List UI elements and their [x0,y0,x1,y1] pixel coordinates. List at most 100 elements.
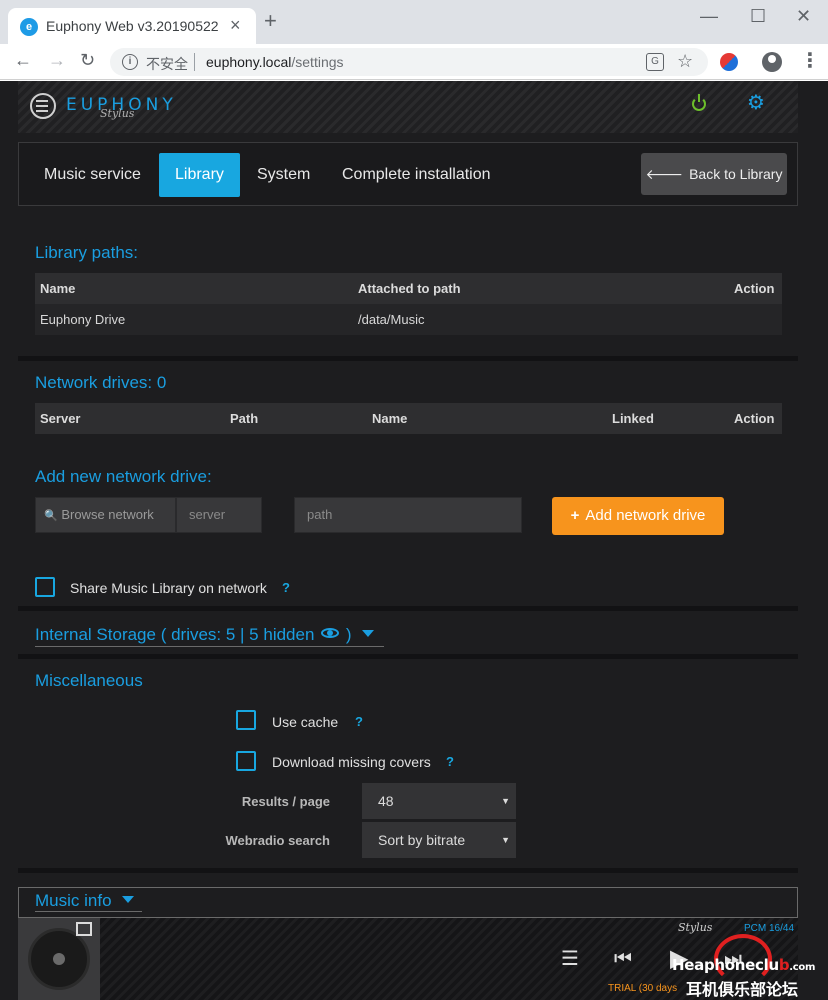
miscellaneous-title: Miscellaneous [35,671,143,690]
library-name-cell: Euphony Drive [40,312,126,327]
webradio-search-value: Sort by bitrate [378,832,466,848]
download-covers-label: Download missing covers [272,754,431,770]
browser-toolbar: ← → ↻ i 不安全 euphony.local/settings G ☆ ⋮ [0,44,828,80]
music-info-title: Music info [35,891,112,910]
queue-icon[interactable]: ☰ [561,948,579,970]
add-network-drive-label: Add network drive [585,507,706,524]
tab-title: Euphony Web v3.20190522 [46,18,219,34]
select-caret-icon: ▼ [501,796,510,806]
watermark-part4: .com [789,962,816,973]
add-network-drive-button[interactable]: + Add network drive [552,497,724,535]
eye-icon[interactable] [321,628,340,638]
server-input[interactable]: server [176,497,262,533]
plus-icon: + [570,507,580,524]
use-cache-label: Use cache [272,714,339,730]
tab-system[interactable]: System [241,153,326,197]
arrow-left-icon: 🡐 [645,166,684,182]
column-header-path: Path [230,411,259,426]
use-cache-checkbox[interactable] [236,710,256,730]
headphoneclub-watermark: Heaphoneclub.com 耳机俱乐部论坛 [672,932,828,1000]
euphony-app: EUPHONY Stylus ⚙ Music service Library S… [0,81,828,1000]
library-paths-table: Name Attached to path Action Euphony Dri… [35,273,782,335]
tab-complete-installation[interactable]: Complete installation [326,153,507,197]
table-header: Name Attached to path Action [35,273,782,304]
extension-icon[interactable] [720,53,738,71]
url-text[interactable]: euphony.local/settings [206,54,344,70]
tab-music-service[interactable]: Music service [28,153,157,197]
download-covers-checkbox[interactable] [236,751,256,771]
internal-storage-close: ) [341,625,352,644]
new-tab-icon[interactable]: + [264,10,277,32]
browser-tab[interactable]: e Euphony Web v3.20190522 × [8,8,256,44]
logo-subtitle: Stylus [100,107,135,120]
album-art[interactable] [18,918,100,1000]
profile-icon[interactable] [762,52,782,72]
results-per-page-value: 48 [378,793,394,809]
search-icon: 🔍 [44,510,58,522]
reload-icon[interactable]: ↻ [80,50,95,71]
watermark-brand: Heaphoneclub.com [672,956,815,974]
network-drives-title: Network drives: 0 [35,373,167,392]
url-path: /settings [291,54,344,70]
tab-close-icon[interactable]: × [230,15,241,36]
expand-icon[interactable] [76,922,92,936]
column-header-path: Attached to path [358,281,461,296]
vinyl-icon [28,928,90,990]
trial-label: TRIAL (30 days [608,983,678,994]
column-header-action: Action [734,411,775,426]
watermark-part2: phoneclu [703,956,779,974]
select-caret-icon: ▼ [501,835,510,845]
site-info-icon[interactable]: i [122,54,138,70]
window-close-icon[interactable]: ✕ [796,6,811,27]
caret-down-icon [121,896,134,903]
watermark-part1: Hea [672,956,704,974]
translate-icon[interactable]: G [646,53,664,71]
help-icon[interactable]: ? [355,714,363,729]
section-divider [18,356,798,361]
back-to-library-label: Back to Library [689,166,783,182]
url-host: euphony.local [206,54,292,70]
browser-titlebar: e Euphony Web v3.20190522 × + — ☐ ✕ [0,0,828,44]
browse-network-label: Browse network [61,507,154,522]
back-to-library-button[interactable]: 🡐 Back to Library [641,153,787,195]
internal-storage-title: Internal Storage ( drives: 5 | 5 hidden [35,625,315,644]
browser-menu-icon[interactable]: ⋮ [800,48,820,73]
previous-track-icon[interactable]: ⏮ [614,948,632,970]
results-per-page-label: Results / page [241,794,330,809]
help-icon[interactable]: ? [446,754,454,769]
share-library-label: Share Music Library on network [70,580,267,596]
section-divider [18,654,798,659]
caret-down-icon [361,630,374,637]
minimize-icon[interactable]: — [700,6,718,27]
bookmark-star-icon[interactable]: ☆ [677,51,693,72]
column-header-name: Name [40,281,76,296]
address-bar[interactable]: i 不安全 euphony.local/settings G ☆ [110,48,708,76]
forward-icon[interactable]: → [48,50,66,71]
watermark-chinese: 耳机俱乐部论坛 [686,982,799,999]
settings-tabs: Music service Library System Complete in… [18,142,798,206]
music-info-toggle[interactable]: Music info [35,891,142,912]
back-icon[interactable]: ← [14,50,32,71]
gear-icon[interactable]: ⚙ [747,93,765,113]
share-library-checkbox[interactable] [35,577,55,597]
network-drives-table: Server Path Name Linked Action [35,403,782,434]
path-input[interactable]: path [294,497,522,533]
library-paths-title: Library paths: [35,243,138,262]
euphony-favicon-icon: e [20,18,38,36]
results-per-page-select[interactable]: 48 ▼ [362,783,516,819]
library-path-cell: /data/Music [358,312,425,327]
maximize-icon[interactable]: ☐ [750,6,766,27]
internal-storage-toggle[interactable]: Internal Storage ( drives: 5 | 5 hidden … [35,625,384,647]
browse-network-button[interactable]: 🔍 Browse network [35,497,176,533]
insecure-label: 不安全 [146,56,188,72]
watermark-part3: b [778,956,790,974]
help-icon[interactable]: ? [282,580,290,595]
tab-library[interactable]: Library [159,153,240,197]
webradio-search-select[interactable]: Sort by bitrate ▼ [362,822,516,858]
column-header-linked: Linked [612,411,654,426]
table-row: Euphony Drive /data/Music [35,304,782,335]
column-header-server: Server [40,411,81,426]
music-info-bar: Music info [18,887,798,918]
power-icon[interactable] [692,94,706,111]
euphony-logo-icon [30,93,56,119]
